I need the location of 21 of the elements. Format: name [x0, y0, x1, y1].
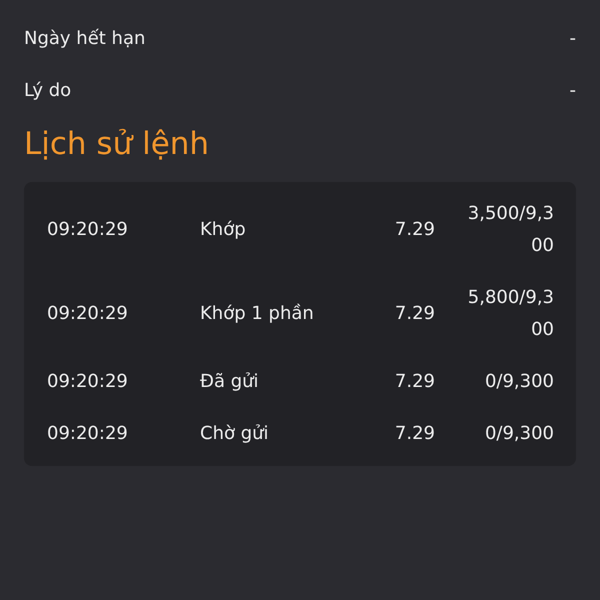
status-cell-text: Khớp: [199, 218, 247, 242]
price-cell-text: 7.29: [394, 218, 436, 242]
quantity-cell-text: 3,500/9,300: [466, 202, 555, 258]
detail-value: -: [570, 28, 576, 48]
status-cell-text: Chờ gửi: [199, 422, 270, 446]
detail-label: Ngày hết hạn: [24, 28, 146, 48]
section-title: Lịch sử lệnh: [24, 126, 210, 162]
quantity-cell-text: 0/9,300: [484, 370, 555, 394]
status-cell-text: Đã gửi: [199, 370, 260, 394]
detail-label: Lý do: [24, 80, 72, 100]
status-cell-text: Khớp 1 phần: [199, 302, 315, 326]
price-cell-text: 7.29: [394, 422, 436, 446]
price-cell-text: 7.29: [394, 302, 436, 326]
quantity-cell-text: 5,800/9,300: [466, 286, 555, 342]
time-cell-text: 09:20:29: [46, 302, 129, 326]
time-cell-text: 09:20:29: [46, 422, 129, 446]
detail-value: -: [570, 80, 576, 100]
time-cell-text: 09:20:29: [46, 218, 129, 242]
time-cell-text: 09:20:29: [46, 370, 129, 394]
quantity-cell-text: 0/9,300: [484, 422, 555, 446]
price-cell-text: 7.29: [394, 370, 436, 394]
